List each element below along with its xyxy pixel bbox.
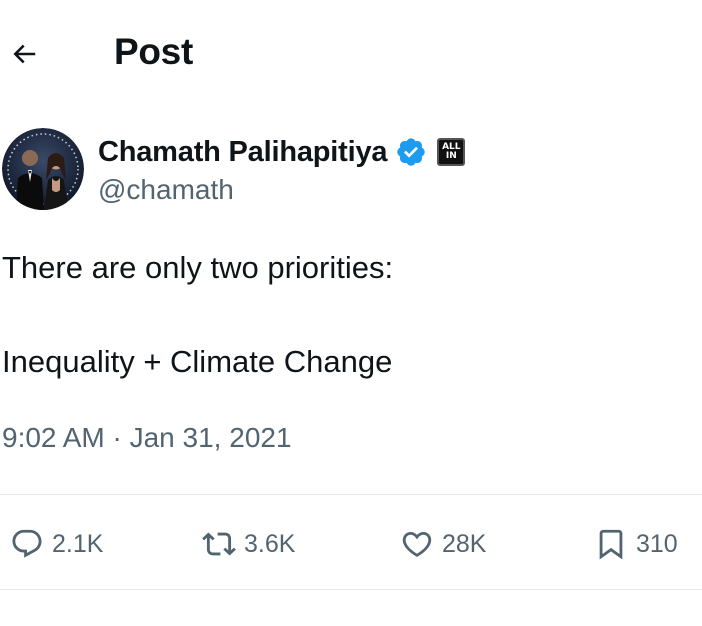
repost-icon [202,532,236,556]
avatar[interactable] [2,128,84,210]
post-header: Post [0,0,702,105]
avatar-image [2,128,84,210]
display-name-row: Chamath Palihapitiya ALL IN [98,132,466,172]
heart-icon [402,531,432,557]
like-count: 28K [442,529,487,558]
tweet-line: Inequality + Climate Change [2,344,393,379]
display-name[interactable]: Chamath Palihapitiya [98,136,388,169]
action-bar: 2.1K 3.6K 28K 310 [0,500,702,588]
bookmark-button[interactable]: 310 [594,524,678,564]
tweet-text: There are only two priorities: Inequalit… [2,248,692,382]
affiliate-badge[interactable]: ALL IN [437,138,466,166]
author-block: Chamath Palihapitiya ALL IN @chamath [0,128,702,212]
tweet-timestamp[interactable]: 9:02 AM · Jan 31, 2021 [2,422,292,454]
arrow-left-icon [13,44,36,64]
tweet-line: There are only two priorities: [2,250,394,285]
divider-top [0,494,702,495]
user-handle[interactable]: @chamath [98,174,234,206]
repost-count: 3.6K [244,529,296,558]
reply-button[interactable]: 2.1K [10,524,103,564]
reply-count: 2.1K [52,529,104,558]
page-title: Post [114,31,193,72]
bookmark-count: 310 [636,529,678,558]
bookmark-icon [599,529,623,560]
reply-icon [12,529,42,558]
repost-button[interactable]: 3.6K [202,524,295,564]
like-button[interactable]: 28K [400,524,486,564]
back-button[interactable] [4,34,44,74]
divider-bottom [0,589,702,590]
verified-badge-icon[interactable] [395,136,427,168]
affiliate-badge-line2: IN [445,151,457,161]
